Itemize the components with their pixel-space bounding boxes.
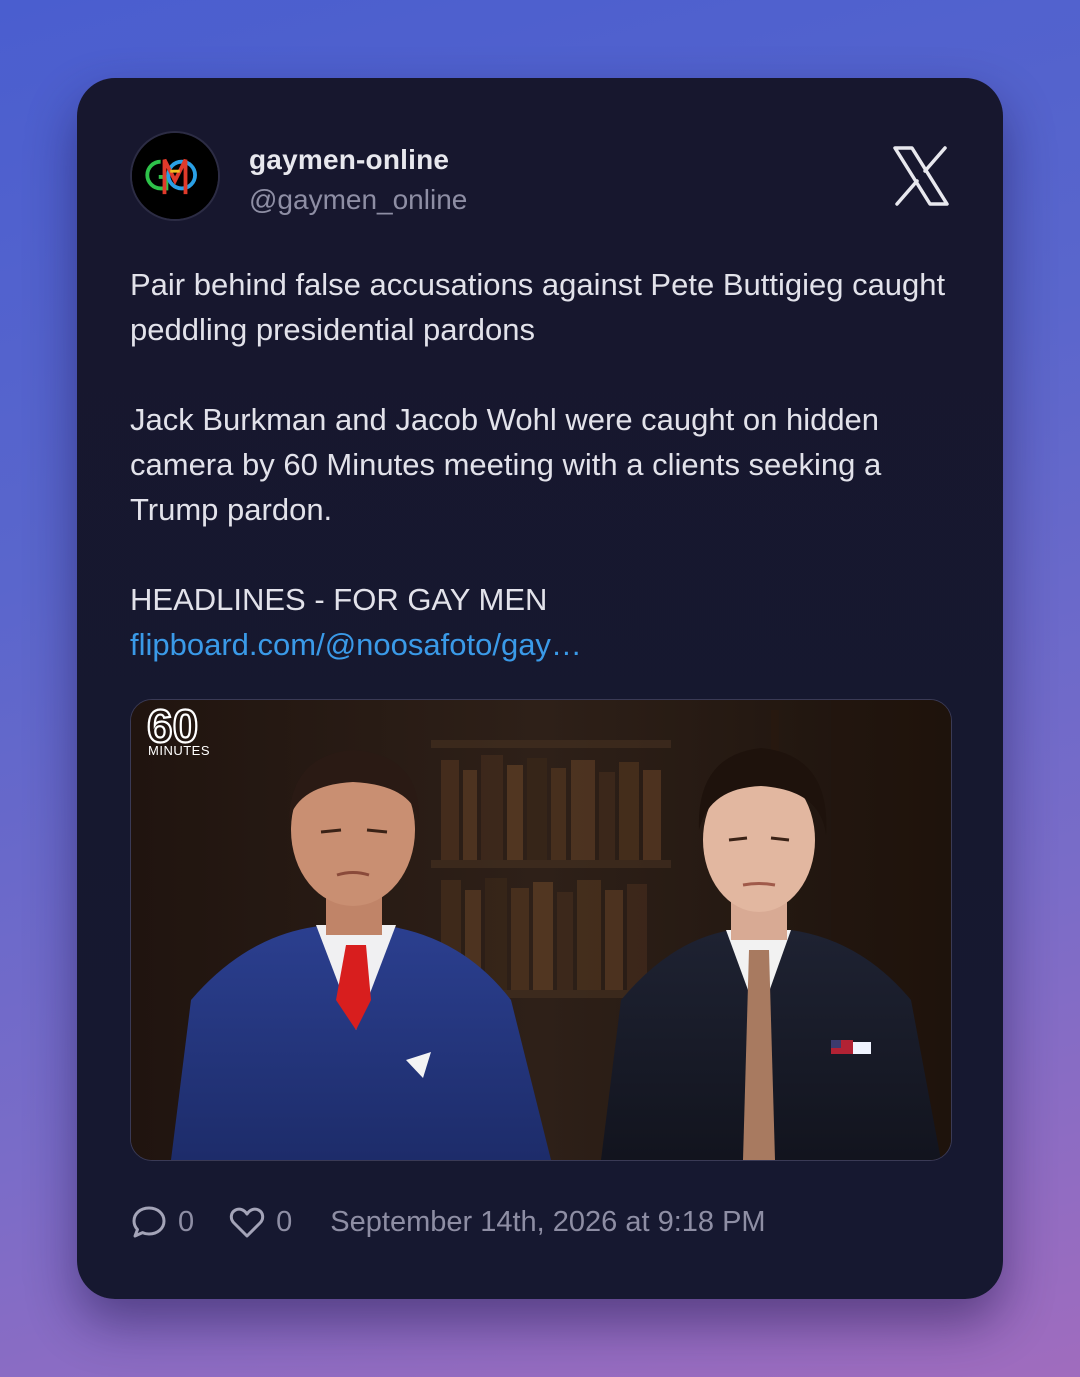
reply-icon[interactable] xyxy=(130,1203,168,1241)
heart-icon[interactable] xyxy=(228,1203,266,1241)
tweet-body: Jack Burkman and Jacob Wohl were caught … xyxy=(130,402,882,527)
author-name[interactable]: gaymen-online xyxy=(249,144,449,176)
tweet-headline: Pair behind false accusations against Pe… xyxy=(130,267,946,347)
tweet-media-image[interactable]: 60 MINUTES xyxy=(130,699,952,1161)
tweet-source-label: HEADLINES - FOR GAY MEN xyxy=(130,582,548,617)
reply-count: 0 xyxy=(178,1205,195,1238)
tweet-timestamp[interactable]: September 14th, 2026 at 9:18 PM xyxy=(330,1206,765,1239)
media-watermark-word: MINUTES xyxy=(148,743,210,758)
tweet-text: Pair behind false accusations against Pe… xyxy=(130,262,960,667)
gmo-logo-icon xyxy=(132,133,218,219)
like-count: 0 xyxy=(276,1205,293,1238)
interview-photo: 60 MINUTES xyxy=(131,700,951,1160)
x-logo-icon[interactable] xyxy=(892,146,950,206)
author-handle[interactable]: @gaymen_online xyxy=(249,184,467,216)
author-avatar[interactable] xyxy=(130,131,220,221)
tweet-footer: 0 0 September 14th, 2026 at 9:18 PM xyxy=(130,1202,766,1242)
tweet-link[interactable]: flipboard.com/@noosafoto/gay… xyxy=(130,627,582,662)
tweet-card: gaymen-online @gaymen_online Pair behind… xyxy=(77,78,1003,1299)
